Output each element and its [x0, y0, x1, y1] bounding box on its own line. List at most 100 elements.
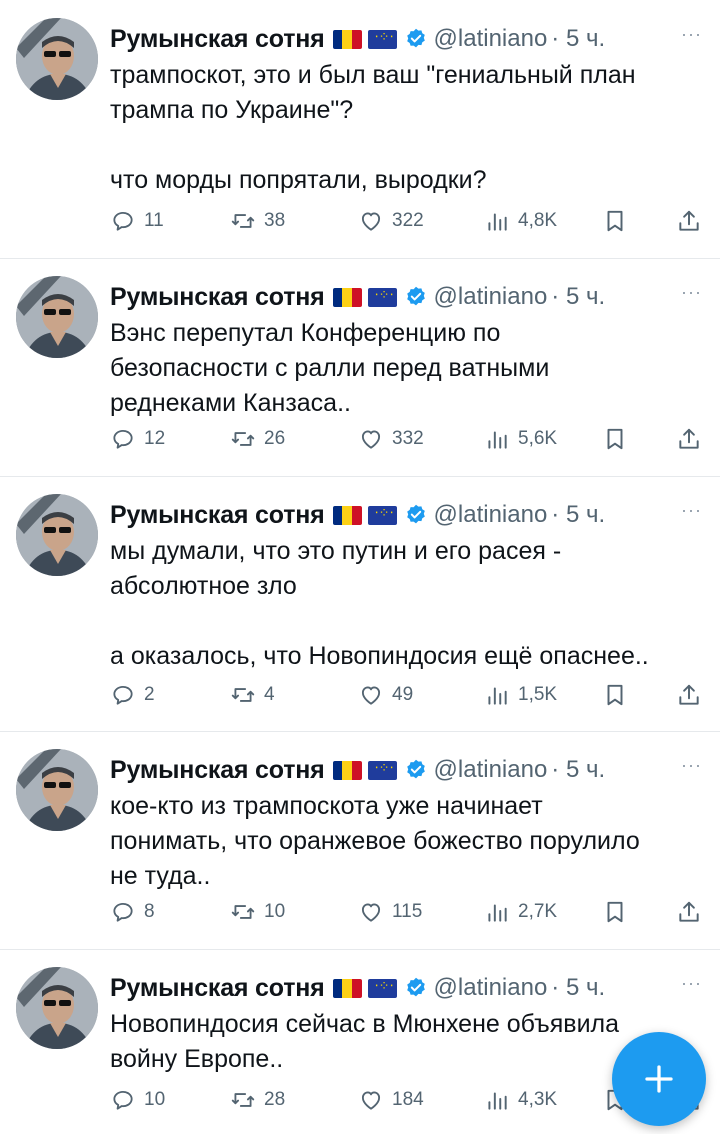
- verified-badge-icon: [404, 758, 428, 782]
- like-count: 184: [392, 1089, 424, 1110]
- share-button[interactable]: [676, 208, 710, 234]
- tweet-header: Румынская сотня @latiniano · 5 ч.: [110, 280, 605, 314]
- like-button[interactable]: 332: [358, 426, 424, 452]
- reply-button[interactable]: 8: [110, 899, 155, 925]
- tweet-header: Румынская сотня @latiniano · 5 ч.: [110, 22, 605, 56]
- avatar[interactable]: [16, 18, 98, 100]
- reply-button[interactable]: 2: [110, 682, 155, 708]
- retweet-icon: [230, 899, 256, 925]
- tweet-text: трампоскот, это и был ваш "гениальный пл…: [110, 61, 636, 194]
- author-name[interactable]: Румынская сотня: [110, 25, 325, 54]
- romania-flag-icon: [332, 505, 362, 525]
- tweet-actions: 8 10 115 2,7K: [110, 899, 710, 927]
- more-options-icon[interactable]: ···: [681, 755, 702, 776]
- reply-icon: [110, 208, 136, 234]
- tweet[interactable]: Румынская сотня @latiniano · 5 ч. ··· тр…: [0, 0, 720, 259]
- tweet-time[interactable]: · 5 ч.: [551, 25, 605, 53]
- bookmark-button[interactable]: [602, 682, 636, 708]
- heart-icon: [358, 1087, 384, 1113]
- views-button[interactable]: 4,3K: [484, 1087, 557, 1113]
- share-icon: [676, 682, 702, 708]
- verified-badge-icon: [404, 285, 428, 309]
- avatar[interactable]: [16, 749, 98, 831]
- views-chart-icon: [484, 682, 510, 708]
- eu-flag-icon: [367, 978, 397, 998]
- heart-icon: [358, 208, 384, 234]
- like-button[interactable]: 184: [358, 1087, 424, 1113]
- heart-icon: [358, 899, 384, 925]
- reply-button[interactable]: 10: [110, 1087, 165, 1113]
- like-button[interactable]: 115: [358, 899, 422, 925]
- tweet[interactable]: Румынская сотня @latiniano · 5 ч. ··· Но…: [0, 949, 720, 1134]
- reply-count: 2: [144, 684, 155, 705]
- more-options-icon[interactable]: ···: [681, 282, 702, 303]
- avatar[interactable]: [16, 967, 98, 1049]
- more-options-icon[interactable]: ···: [681, 973, 702, 994]
- author-handle[interactable]: @latiniano: [434, 283, 548, 311]
- more-options-icon[interactable]: ···: [681, 24, 702, 45]
- retweet-count: 38: [264, 210, 286, 231]
- retweet-button[interactable]: 26: [230, 426, 285, 452]
- avatar[interactable]: [16, 494, 98, 576]
- tweet[interactable]: Румынская сотня @latiniano · 5 ч. ··· мы…: [0, 476, 720, 732]
- retweet-icon: [230, 426, 256, 452]
- like-count: 322: [392, 210, 424, 231]
- tweet-time[interactable]: · 5 ч.: [551, 974, 605, 1002]
- author-name[interactable]: Румынская сотня: [110, 501, 325, 530]
- retweet-button[interactable]: 4: [230, 682, 275, 708]
- compose-button[interactable]: [612, 1032, 706, 1126]
- author-handle[interactable]: @latiniano: [434, 501, 548, 529]
- tweet[interactable]: Румынская сотня @latiniano · 5 ч. ··· ко…: [0, 731, 720, 950]
- author-handle[interactable]: @latiniano: [434, 974, 548, 1002]
- view-count: 5,6K: [518, 428, 558, 449]
- author-name[interactable]: Румынская сотня: [110, 283, 325, 312]
- view-count: 2,7K: [518, 901, 558, 922]
- tweet-time[interactable]: · 5 ч.: [551, 501, 605, 529]
- bookmark-button[interactable]: [602, 426, 636, 452]
- retweet-button[interactable]: 38: [230, 208, 285, 234]
- reply-icon: [110, 899, 136, 925]
- share-button[interactable]: [676, 426, 710, 452]
- reply-count: 10: [144, 1089, 166, 1110]
- romania-flag-icon: [332, 29, 362, 49]
- bookmark-button[interactable]: [602, 899, 636, 925]
- reply-button[interactable]: 11: [110, 208, 164, 234]
- bookmark-icon: [602, 682, 628, 708]
- views-chart-icon: [484, 426, 510, 452]
- views-button[interactable]: 2,7K: [484, 899, 557, 925]
- tweet[interactable]: Румынская сотня @latiniano · 5 ч. ··· Вэ…: [0, 258, 720, 477]
- bookmark-button[interactable]: [602, 208, 636, 234]
- heart-icon: [358, 426, 384, 452]
- reply-button[interactable]: 12: [110, 426, 165, 452]
- tweet-time[interactable]: · 5 ч.: [551, 756, 605, 784]
- author-handle[interactable]: @latiniano: [434, 25, 548, 53]
- share-button[interactable]: [676, 682, 710, 708]
- views-button[interactable]: 1,5K: [484, 682, 557, 708]
- avatar[interactable]: [16, 276, 98, 358]
- retweet-button[interactable]: 28: [230, 1087, 285, 1113]
- share-button[interactable]: [676, 899, 710, 925]
- views-button[interactable]: 5,6K: [484, 426, 557, 452]
- tweet-text: кое-кто из трампоскота уже начинает пони…: [110, 792, 640, 890]
- views-button[interactable]: 4,8K: [484, 208, 557, 234]
- like-button[interactable]: 49: [358, 682, 413, 708]
- reply-icon: [110, 426, 136, 452]
- reply-count: 11: [144, 210, 164, 231]
- view-count: 4,3K: [518, 1089, 558, 1110]
- eu-flag-icon: [367, 505, 397, 525]
- verified-badge-icon: [404, 27, 428, 51]
- author-name[interactable]: Румынская сотня: [110, 756, 325, 785]
- like-button[interactable]: 322: [358, 208, 424, 234]
- bookmark-icon: [602, 426, 628, 452]
- tweet-time[interactable]: · 5 ч.: [551, 283, 605, 311]
- more-options-icon[interactable]: ···: [681, 500, 702, 521]
- tweet-actions: 11 38 322 4,8K: [110, 208, 710, 236]
- author-handle[interactable]: @latiniano: [434, 756, 548, 784]
- plus-icon: [645, 1065, 673, 1093]
- retweet-count: 28: [264, 1089, 286, 1110]
- retweet-button[interactable]: 10: [230, 899, 285, 925]
- retweet-count: 4: [264, 684, 275, 705]
- view-count: 1,5K: [518, 684, 558, 705]
- share-icon: [676, 899, 702, 925]
- author-name[interactable]: Румынская сотня: [110, 974, 325, 1003]
